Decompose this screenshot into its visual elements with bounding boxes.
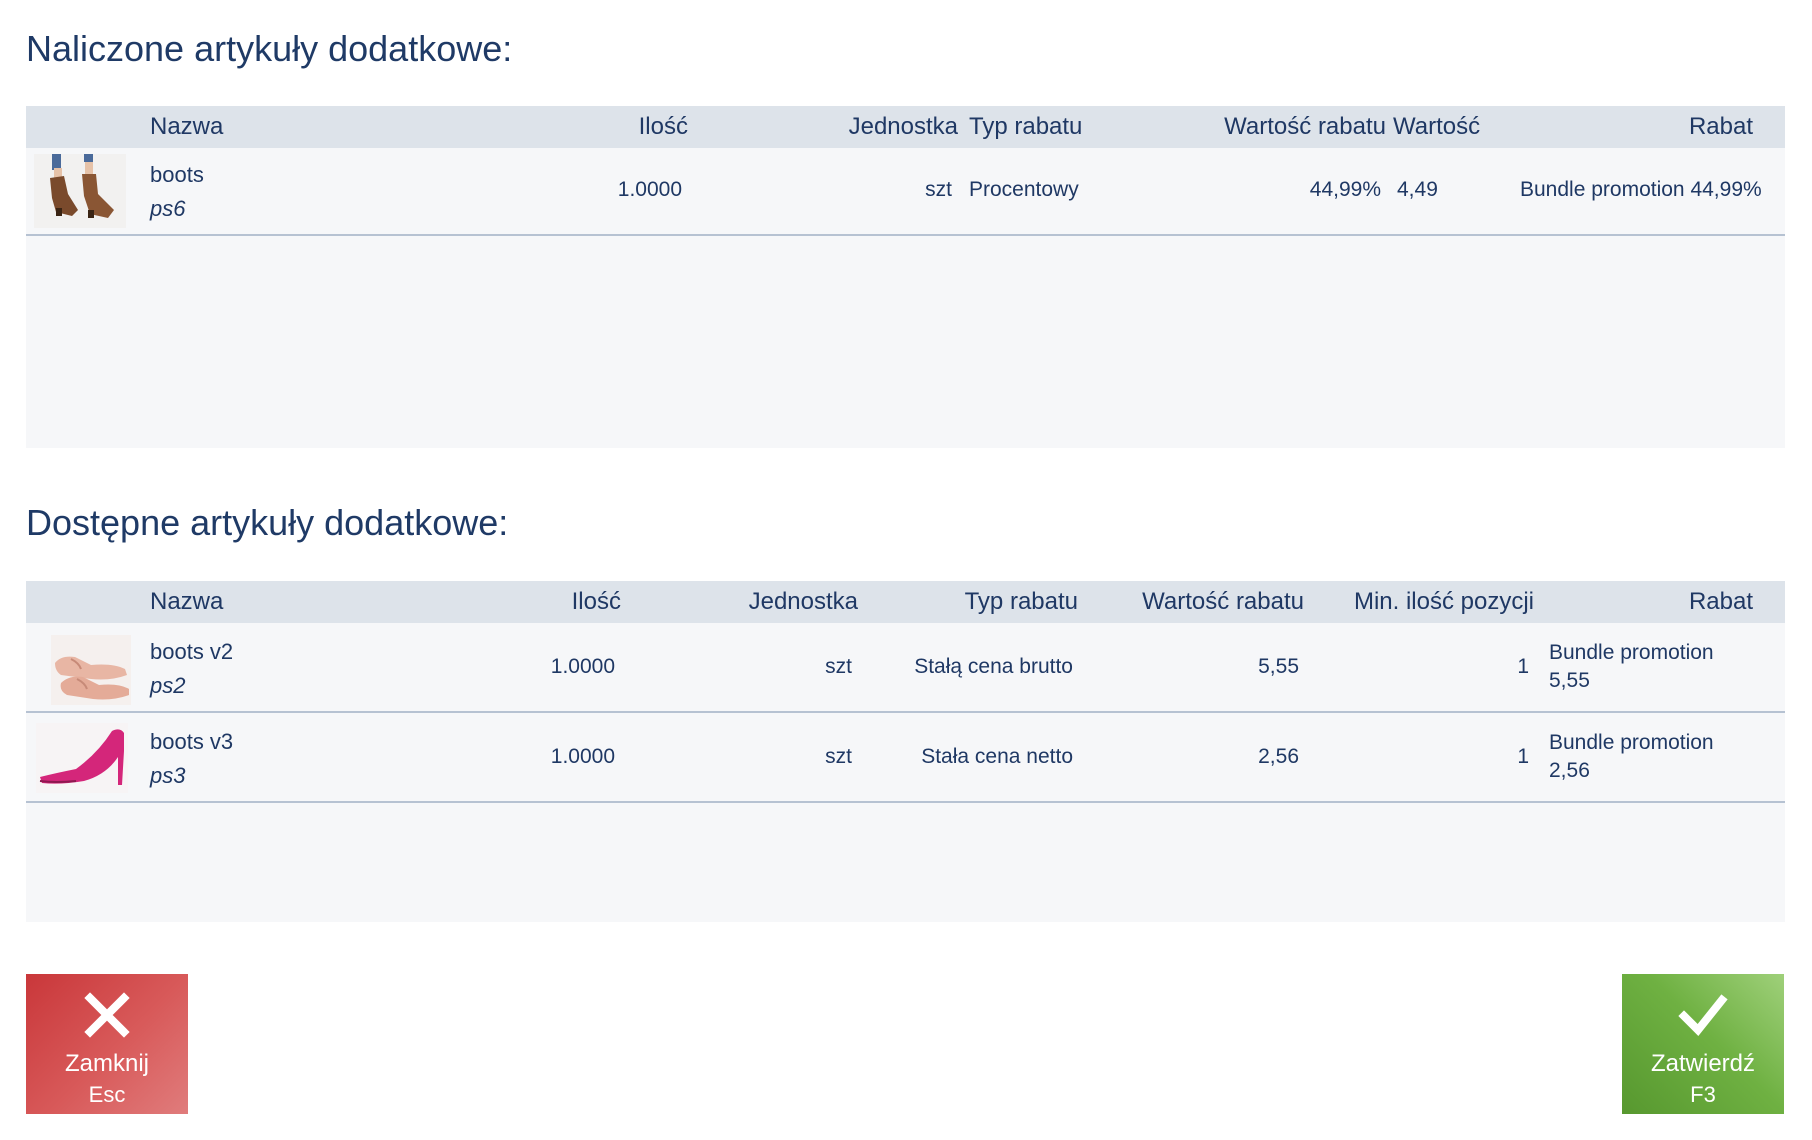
item-min-qty: 1 [1517, 745, 1529, 768]
col-header-qty[interactable]: Ilość [506, 106, 688, 148]
item-discount-value: 2,56 [1258, 745, 1299, 768]
item-min-qty: 1 [1517, 655, 1529, 678]
close-button-label: Zamknij [64, 1050, 149, 1077]
col-header-name[interactable]: Nazwa [150, 581, 223, 623]
charged-grid-header: Nazwa Ilość Jednostka Typ rabatu Wartość… [26, 106, 1785, 148]
available-grid-header: Nazwa Ilość Jednostka Typ rabatu Wartość… [26, 581, 1785, 623]
col-header-discount-type[interactable]: Typ rabatu [866, 581, 1078, 623]
table-row[interactable]: boots v2 ps2 1.0000 szt Stałą cena brutt… [26, 623, 1785, 713]
pink-flat-shoes-image [51, 635, 131, 705]
item-name: boots v2 [150, 639, 234, 664]
item-discount-type: Stała cena netto [921, 745, 1073, 768]
col-header-unit[interactable]: Jednostka [646, 581, 858, 623]
item-qty: 1.0000 [617, 178, 682, 201]
item-discount: Bundle promotion 44,99% [1520, 178, 1762, 201]
close-icon [84, 992, 130, 1038]
col-header-discount-value[interactable]: Wartość rabatu [1086, 581, 1304, 623]
item-discount-line1: Bundle promotion [1549, 731, 1714, 754]
col-header-discount[interactable]: Rabat [1556, 581, 1753, 623]
item-code: ps6 [150, 196, 186, 221]
item-code: ps2 [150, 673, 186, 698]
checkmark-icon [1678, 994, 1728, 1036]
col-header-qty[interactable]: Ilość [446, 581, 621, 623]
confirm-button-label: Zatwierdź [1650, 1050, 1756, 1077]
magenta-heel-pump-image [36, 723, 128, 793]
item-discount-line2: 2,56 [1549, 759, 1590, 782]
col-header-discount[interactable]: Rabat [1526, 106, 1753, 148]
col-header-discount-value[interactable]: Wartość rabatu [1126, 106, 1386, 148]
item-discount-value: 44,99% [1309, 178, 1381, 201]
close-button[interactable]: Zamknij Esc [26, 974, 188, 1114]
col-header-unit[interactable]: Jednostka [726, 106, 958, 148]
item-qty: 1.0000 [550, 655, 615, 678]
col-header-min-qty[interactable]: Min. ilość pozycji [1316, 581, 1534, 623]
item-name: boots [150, 162, 204, 187]
col-header-discount-type[interactable]: Typ rabatu [969, 106, 1082, 148]
charged-items-grid: Nazwa Ilość Jednostka Typ rabatu Wartość… [26, 106, 1785, 448]
item-qty: 1.0000 [550, 745, 615, 768]
item-code: ps3 [150, 763, 186, 788]
item-discount-line1: Bundle promotion [1549, 641, 1714, 664]
col-header-value[interactable]: Wartość [1393, 106, 1480, 148]
table-row[interactable]: boots ps6 1.0000 szt Procentowy 44,99% 4… [26, 148, 1785, 236]
item-value: 4,49 [1397, 178, 1438, 201]
available-items-grid: Nazwa Ilość Jednostka Typ rabatu Wartość… [26, 581, 1785, 922]
brown-ankle-boots-image [34, 154, 126, 228]
item-discount-type: Procentowy [969, 178, 1079, 201]
charged-items-title: Naliczone artykuły dodatkowe: [26, 28, 513, 69]
item-discount-value: 5,55 [1258, 655, 1299, 678]
item-discount-line2: 5,55 [1549, 669, 1590, 692]
table-row[interactable]: boots v3 ps3 1.0000 szt Stała cena netto… [26, 713, 1785, 803]
item-unit: szt [825, 745, 852, 768]
close-button-shortcut: Esc [88, 1082, 126, 1107]
available-items-title: Dostępne artykuły dodatkowe: [26, 502, 509, 543]
col-header-name[interactable]: Nazwa [150, 106, 223, 148]
confirm-button[interactable]: Zatwierdź F3 [1622, 974, 1784, 1114]
item-name: boots v3 [150, 729, 234, 754]
item-unit: szt [925, 178, 952, 201]
confirm-button-shortcut: F3 [1690, 1082, 1716, 1107]
item-discount-type: Stałą cena brutto [914, 655, 1073, 678]
item-unit: szt [825, 655, 852, 678]
